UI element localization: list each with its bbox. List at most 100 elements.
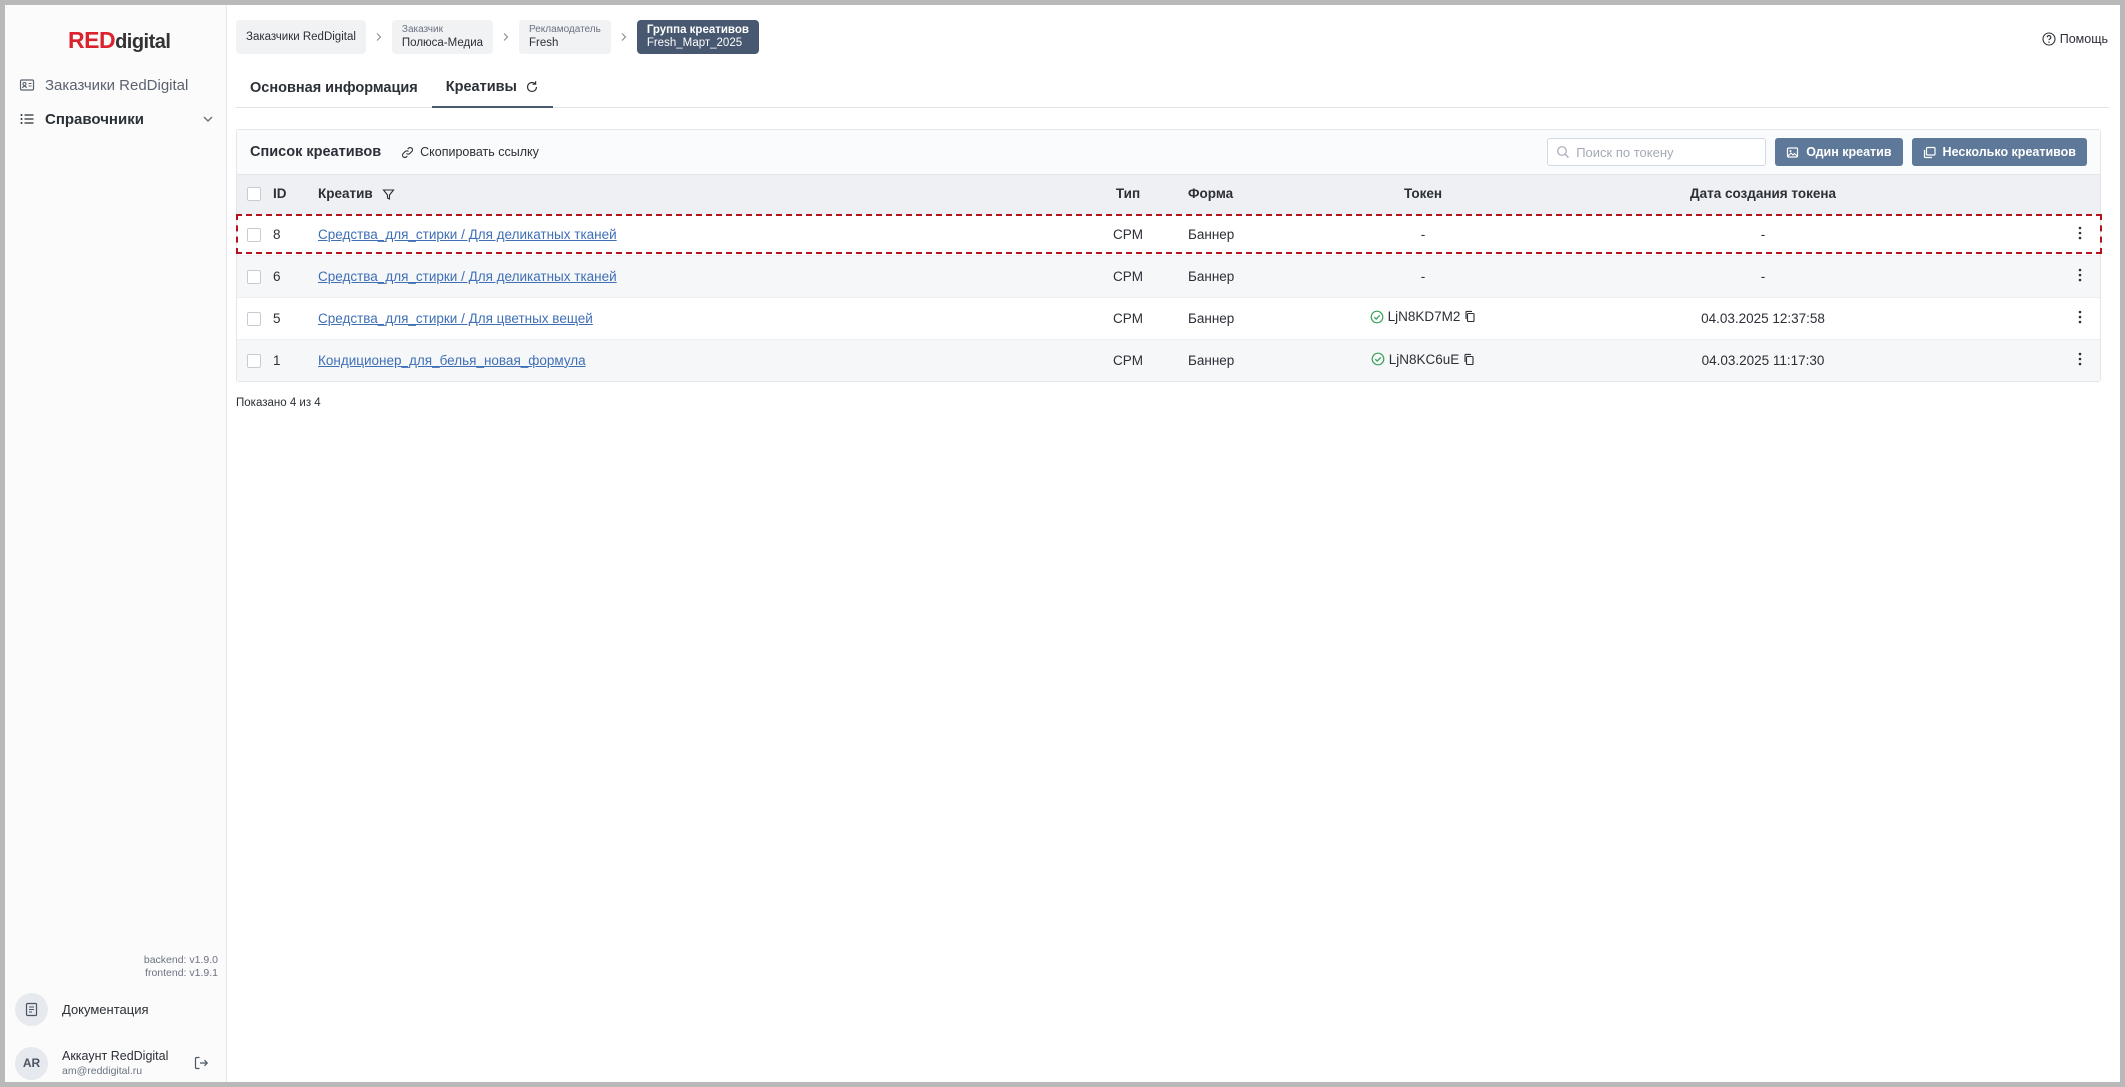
table-row: 1 Кондиционер_для_белья_новая_формула CP… (237, 338, 2100, 381)
row-type: CPM (1068, 296, 1188, 339)
table-header-row: ID Креатив Тип Форма Токен Дата создания… (237, 175, 2100, 213)
card-header: Список креативов Скопировать ссылку Поис… (237, 130, 2100, 175)
select-all-cell (237, 175, 273, 213)
column-header-date[interactable]: Дата создания токена (1558, 175, 1968, 213)
row-token: LjN8KC6uE (1371, 352, 1476, 367)
more-vertical-icon[interactable] (2078, 226, 2082, 240)
creatives-table: ID Креатив Тип Форма Токен Дата создания… (237, 175, 2100, 381)
add-one-creative-button[interactable]: Один креатив (1775, 138, 1903, 166)
frontend-version: frontend: v1.9.1 (145, 967, 218, 979)
copy-link-button[interactable]: Скопировать ссылку (401, 145, 539, 159)
list-icon (19, 111, 35, 127)
logo[interactable]: REDdigital (68, 25, 171, 57)
row-checkbox[interactable] (247, 227, 261, 242)
breadcrumb-creative-group[interactable]: Группа креативов Fresh_Март_2025 (636, 20, 759, 54)
column-header-form[interactable]: Форма (1188, 175, 1288, 213)
more-vertical-icon[interactable] (2078, 310, 2082, 324)
sidebar-item-label: Справочники (45, 110, 144, 128)
chevron-right-icon (501, 32, 511, 42)
account-block: AR Аккаунт RedDigital am@reddigital.ru (15, 1044, 215, 1082)
sidebar-item-customers[interactable]: Заказчики RedDigital (19, 70, 215, 100)
version-info: backend: v1.9.0 frontend: v1.9.1 (144, 954, 218, 980)
column-header-token[interactable]: Токен (1288, 175, 1558, 213)
row-token: - (1288, 212, 1558, 255)
sidebar-item-references[interactable]: Справочники (19, 104, 215, 134)
tab-main-info[interactable]: Основная информация (236, 67, 432, 108)
row-id: 5 (273, 296, 318, 339)
copy-icon[interactable] (1463, 353, 1475, 366)
table-row: 6 Средства_для_стирки / Для деликатных т… (237, 254, 2100, 297)
check-circle-icon (1371, 352, 1385, 366)
row-form: Баннер (1188, 296, 1288, 339)
column-header-actions (1968, 175, 2100, 213)
row-checkbox[interactable] (247, 353, 261, 368)
creative-link[interactable]: Кондиционер_для_белья_новая_формула (318, 353, 586, 368)
row-type: CPM (1068, 254, 1188, 297)
breadcrumb: Заказчики RedDigital Заказчик Полюса-Мед… (236, 20, 759, 54)
logout-icon[interactable] (193, 1055, 209, 1071)
id-card-icon (19, 77, 35, 93)
column-header-type[interactable]: Тип (1068, 175, 1188, 213)
pagination-summary: Показано 4 из 4 (236, 397, 321, 409)
row-checkbox[interactable] (247, 311, 261, 326)
more-vertical-icon[interactable] (2078, 352, 2082, 366)
row-date: 04.03.2025 11:17:30 (1558, 338, 1968, 381)
more-vertical-icon[interactable] (2078, 268, 2082, 282)
creative-link[interactable]: Средства_для_стирки / Для деликатных тка… (318, 227, 617, 242)
image-icon (1786, 146, 1799, 159)
documentation-link[interactable]: Документация (15, 991, 215, 1027)
help-label: Помощь (2059, 32, 2108, 46)
row-checkbox[interactable] (247, 269, 261, 284)
search-input[interactable] (1576, 144, 1757, 160)
token-value: LjN8KC6uE (1388, 351, 1460, 367)
table-row: 8 Средства_для_стирки / Для деликатных т… (237, 212, 2100, 255)
filter-icon[interactable] (382, 188, 396, 201)
breadcrumb-customer[interactable]: Заказчик Полюса-Медиа (391, 20, 494, 54)
column-header-creative[interactable]: Креатив (318, 175, 1068, 213)
row-id: 8 (273, 212, 318, 255)
creative-link[interactable]: Средства_для_стирки / Для деликатных тка… (318, 269, 617, 284)
creative-link[interactable]: Средства_для_стирки / Для цветных вещей (318, 311, 593, 326)
token-value: LjN8KD7M2 (1387, 309, 1461, 325)
row-form: Баннер (1188, 212, 1288, 255)
token-search (1547, 138, 1767, 166)
row-id: 1 (273, 338, 318, 381)
row-token: - (1288, 254, 1558, 297)
add-multiple-creatives-button[interactable]: Несколько креативов (1911, 138, 2087, 166)
account-name: Аккаунт RedDigital (62, 1049, 169, 1063)
table-row: 5 Средства_для_стирки / Для цветных веще… (237, 296, 2100, 339)
tab-creatives[interactable]: Креативы (431, 67, 553, 108)
sidebar-item-label: Заказчики RedDigital (45, 76, 189, 94)
chevron-right-icon (619, 32, 629, 42)
account-info: Аккаунт RedDigital am@reddigital.ru (62, 1049, 168, 1077)
column-header-id[interactable]: ID (273, 175, 318, 213)
tabs: Основная информация Креативы (236, 67, 2109, 108)
backend-version: backend: v1.9.0 (143, 954, 218, 966)
row-form: Баннер (1188, 338, 1288, 381)
select-all-checkbox[interactable] (247, 187, 261, 202)
sidebar: REDdigital Заказчики RedDigital Справочн… (5, 5, 227, 1082)
main-content: Заказчики RedDigital Заказчик Полюса-Мед… (227, 5, 2120, 1082)
breadcrumb-advertiser[interactable]: Рекламодатель Fresh (519, 20, 611, 54)
check-circle-icon (1370, 310, 1384, 324)
refresh-icon[interactable] (525, 80, 539, 94)
chevron-right-icon (374, 32, 384, 42)
row-form: Баннер (1188, 254, 1288, 297)
breadcrumb-customers[interactable]: Заказчики RedDigital (236, 20, 366, 54)
images-icon (1923, 146, 1936, 159)
question-circle-icon (2042, 32, 2056, 46)
row-type: CPM (1068, 338, 1188, 381)
help-button[interactable]: Помощь (2042, 32, 2108, 46)
search-icon (1556, 145, 1570, 159)
row-date: 04.03.2025 12:37:58 (1558, 296, 1968, 339)
link-icon (401, 146, 414, 159)
row-id: 6 (273, 254, 318, 297)
documentation-label: Документация (62, 1001, 149, 1017)
avatar[interactable]: AR (15, 1046, 48, 1080)
row-token: LjN8KD7M2 (1370, 309, 1477, 324)
creatives-card: Список креативов Скопировать ссылку Поис… (236, 129, 2101, 382)
row-date: - (1558, 212, 1968, 255)
chevron-down-icon[interactable] (201, 112, 215, 126)
copy-icon[interactable] (1464, 310, 1476, 323)
row-type: CPM (1068, 212, 1188, 255)
